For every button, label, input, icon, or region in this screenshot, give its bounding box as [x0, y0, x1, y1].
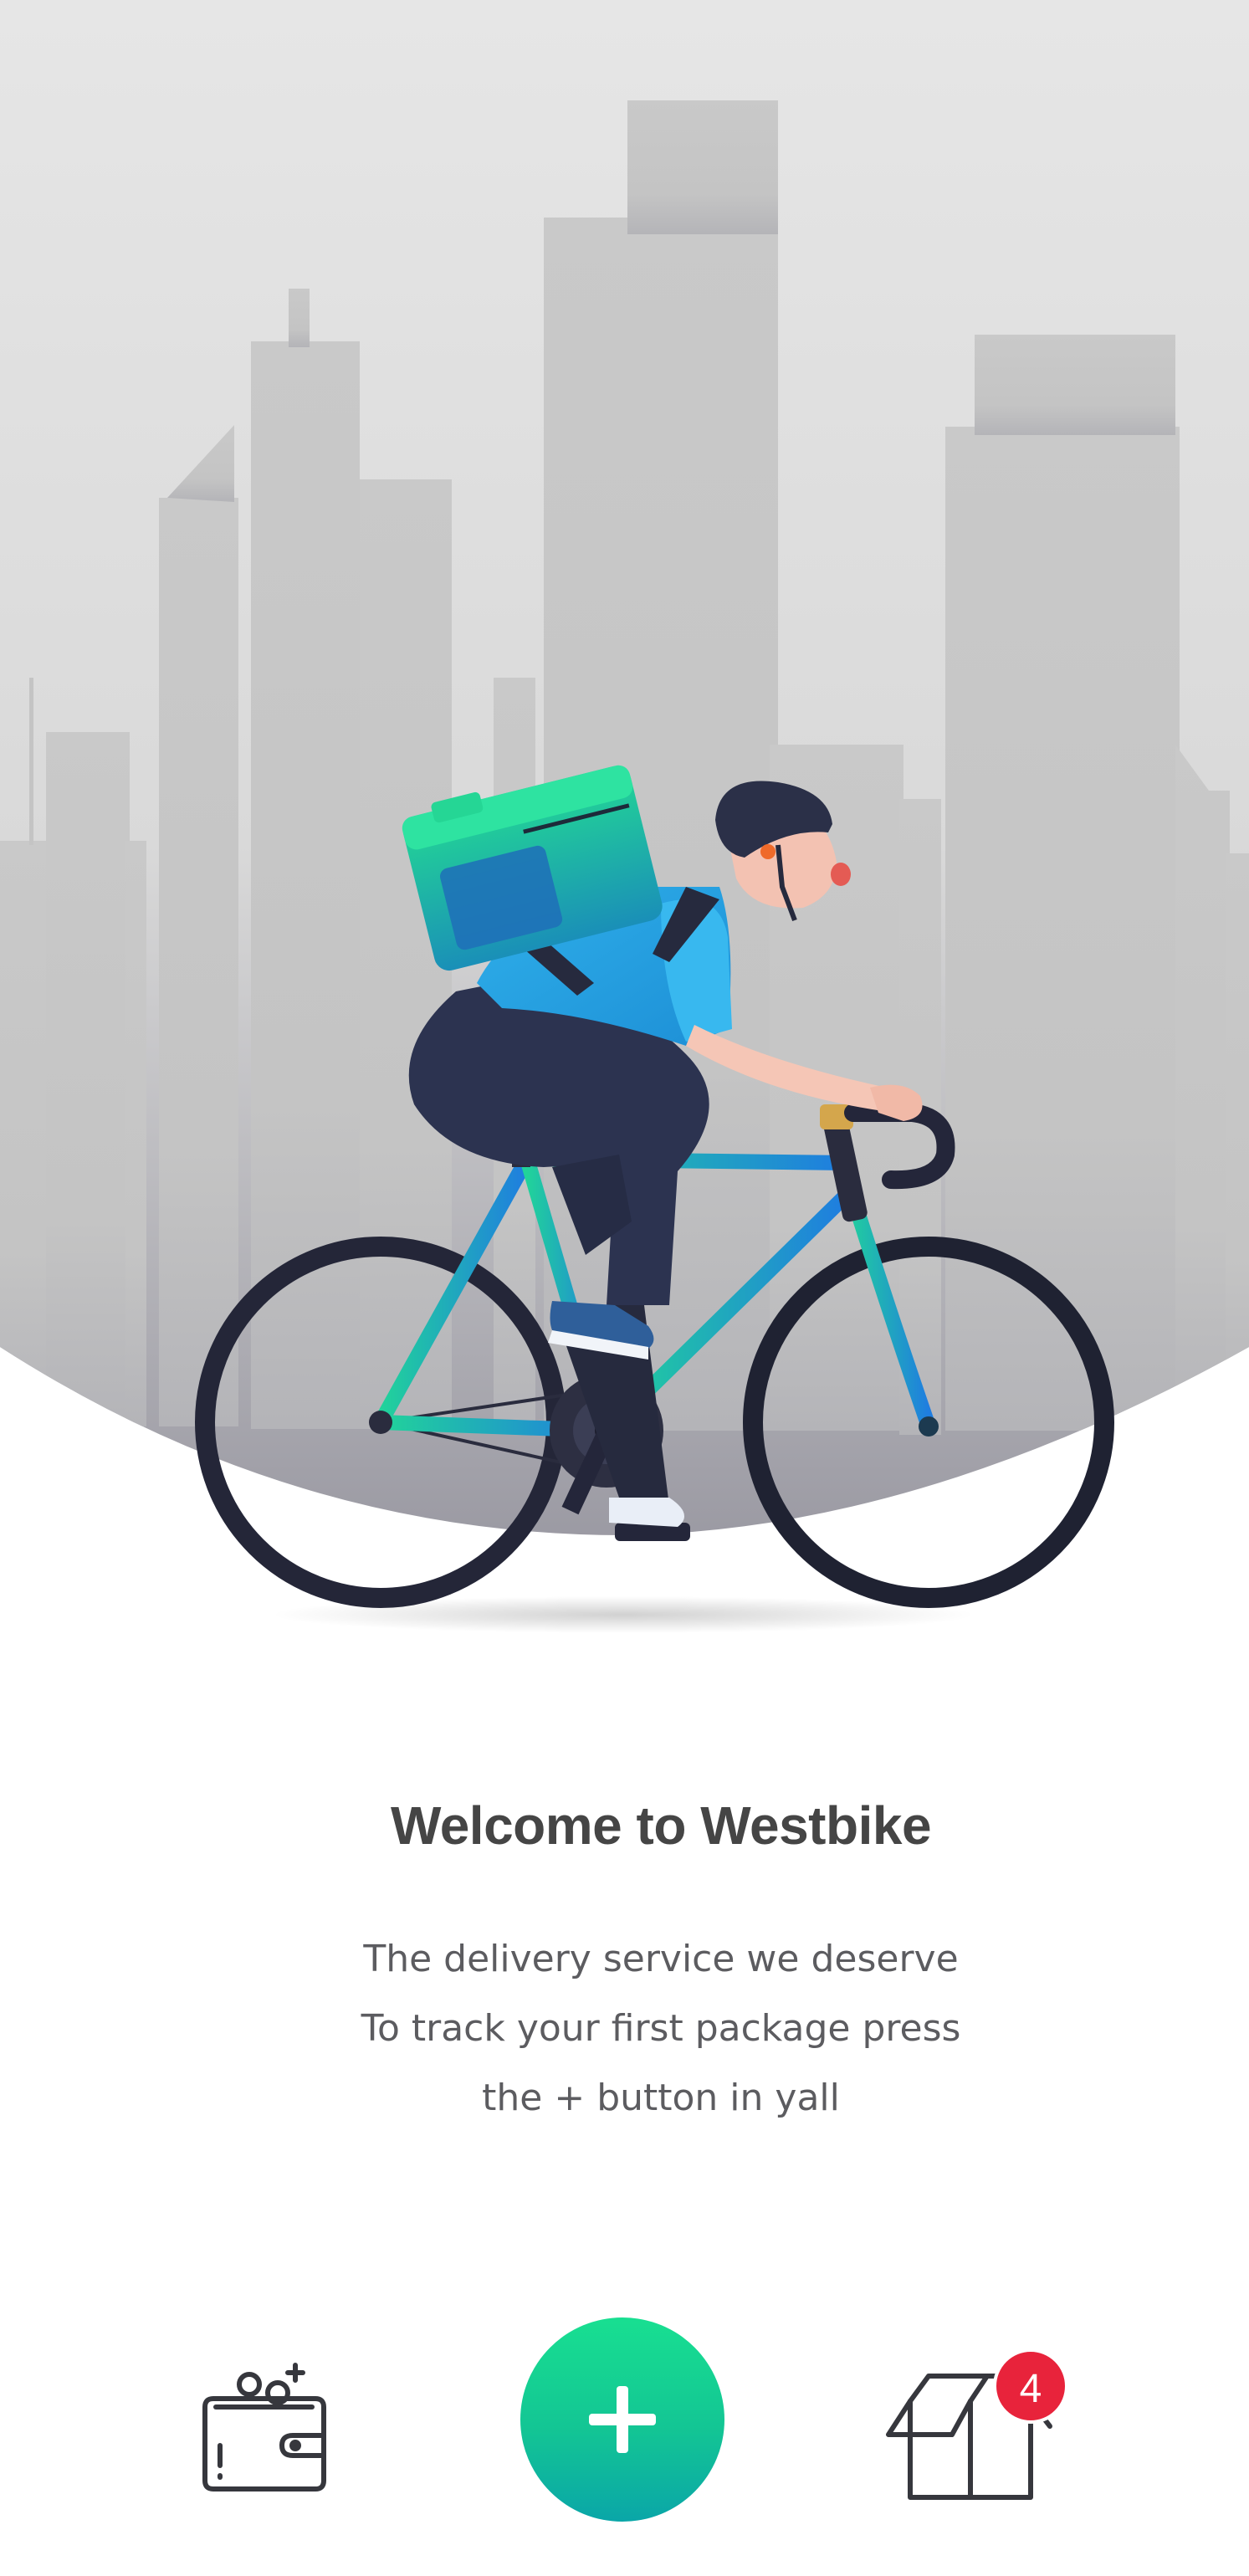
hero-illustration [0, 0, 1249, 1665]
add-package-button[interactable] [520, 2317, 724, 2522]
welcome-line-3: the + button in yall [482, 2077, 840, 2119]
wallet-button[interactable] [188, 2355, 335, 2502]
bottom-action-bar: 4 [0, 2309, 1249, 2560]
welcome-line-2: To track your first package press [361, 2007, 961, 2050]
wallet-icon [202, 2363, 326, 2491]
welcome-description: The delivery service we deserve To track… [0, 1924, 1249, 2133]
welcome-line-1: The delivery service we deserve [363, 1938, 959, 1980]
welcome-title: Welcome to Westbike [390, 1795, 932, 1856]
packages-count-badge: 4 [993, 2348, 1068, 2424]
